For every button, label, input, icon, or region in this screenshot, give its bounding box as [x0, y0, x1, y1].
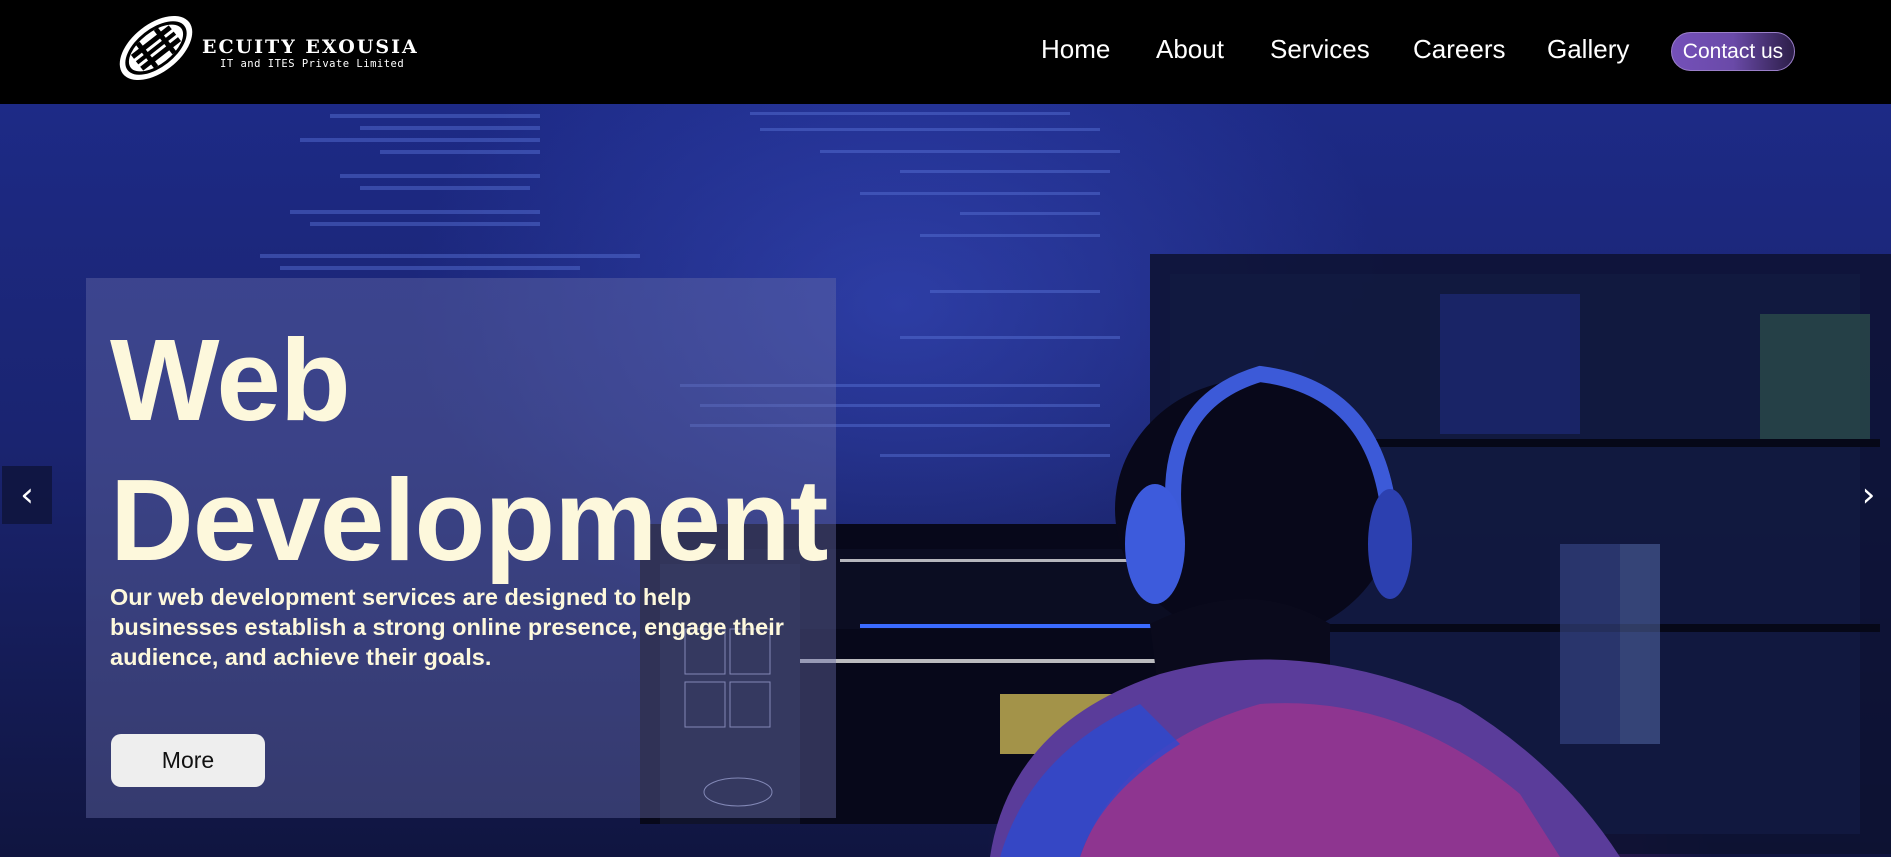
nav-link-gallery[interactable]: Gallery [1547, 34, 1629, 65]
slide-title-line2: Development [110, 455, 828, 585]
carousel-prev-arrow-icon[interactable]: ‹ [2, 466, 52, 524]
slide-description: Our web development services are designe… [110, 584, 784, 670]
slide-title: Web Development [110, 310, 870, 590]
hero-carousel: Web Development Our web development serv… [0, 104, 1891, 857]
slide-title-line1: Web [110, 315, 351, 445]
nav-link-careers[interactable]: Careers [1413, 34, 1505, 65]
nav-link-services[interactable]: Services [1270, 34, 1370, 65]
nav-link-about[interactable]: About [1156, 34, 1224, 65]
carousel-next-arrow-icon[interactable]: › [1846, 466, 1891, 524]
more-button[interactable]: More [111, 734, 265, 787]
navbar: ECUITY EXOUSIA IT and ITES Private Limit… [0, 0, 1891, 104]
nav-link-home[interactable]: Home [1041, 34, 1110, 65]
contact-us-button[interactable]: Contact us [1671, 32, 1795, 71]
main-nav: Home About Services Careers Gallery [0, 34, 1891, 70]
